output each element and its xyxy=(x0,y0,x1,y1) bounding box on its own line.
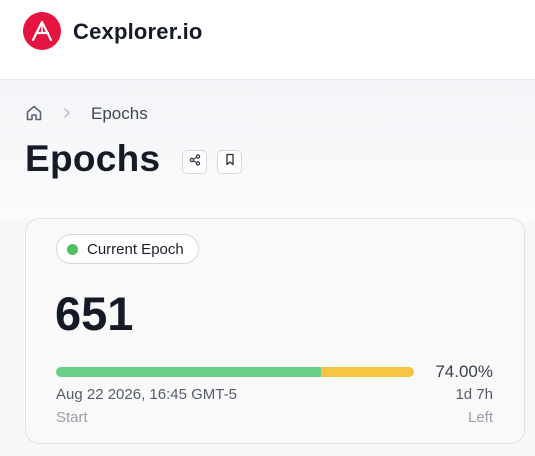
bookmark-icon xyxy=(224,153,236,171)
breadcrumb-current: Epochs xyxy=(91,104,148,123)
status-dot-icon xyxy=(67,243,78,255)
epoch-progress-fill xyxy=(56,367,321,377)
current-epoch-label: Current Epoch xyxy=(87,240,184,258)
epoch-left-label: Left xyxy=(467,409,493,426)
share-button[interactable] xyxy=(182,150,207,174)
home-icon[interactable] xyxy=(25,104,43,122)
page-title: Epochs xyxy=(25,138,161,179)
bookmark-button[interactable] xyxy=(217,150,242,174)
epoch-progress-percent: 74.00% xyxy=(435,362,493,381)
brand-name[interactable]: Cexplorer.io xyxy=(73,19,203,45)
share-icon xyxy=(189,153,201,171)
epoch-progress-bar xyxy=(56,367,414,377)
chevron-right-icon xyxy=(62,104,74,122)
current-epoch-badge: Current Epoch xyxy=(56,234,199,264)
epoch-time-left: 1d 7h xyxy=(455,386,493,403)
epoch-number[interactable]: 651 xyxy=(55,286,133,341)
epoch-start-date: Aug 22 2026, 16:45 GMT-5 xyxy=(56,386,237,403)
epoch-start-label: Start xyxy=(56,409,88,426)
cexplorer-logo-icon[interactable] xyxy=(23,12,61,50)
